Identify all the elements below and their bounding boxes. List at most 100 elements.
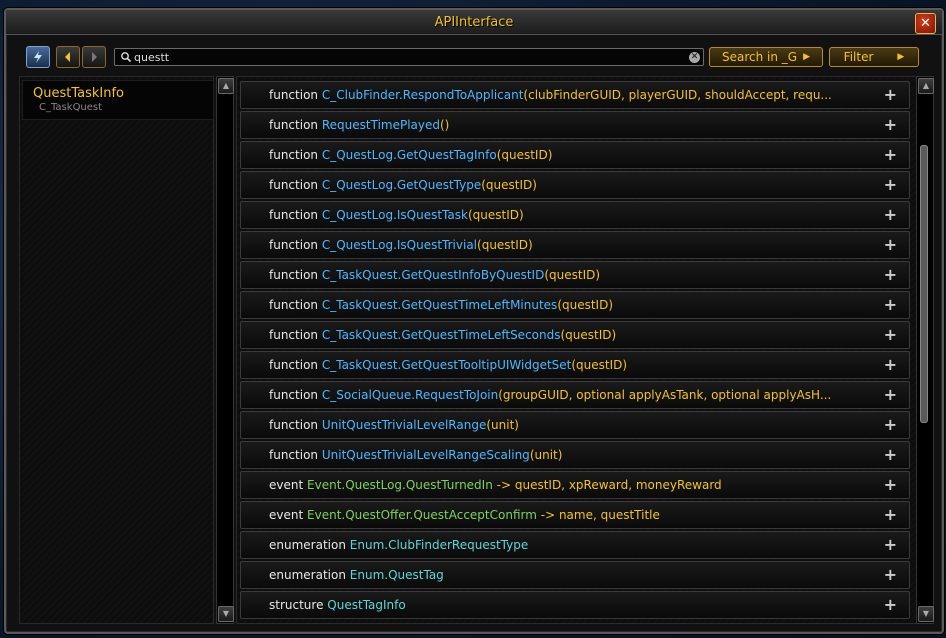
result-args: (questID) [496,148,553,162]
result-row[interactable]: function C_QuestLog.IsQuestTask(questID)… [240,201,910,229]
result-name: C_QuestLog.GetQuestType [321,178,482,192]
result-row[interactable]: function C_TaskQuest.GetQuestTimeLeftSec… [240,321,910,349]
result-name: C_TaskQuest.GetQuestTimeLeftMinutes [321,298,558,312]
result-kind: function [269,208,319,222]
result-text: enumeration Enum.ClubFinderRequestType [269,532,869,558]
plus-icon[interactable]: + [884,442,897,468]
scroll-down-icon[interactable]: ▼ [218,606,234,622]
result-row[interactable]: function C_QuestLog.GetQuestTagInfo(ques… [240,141,910,169]
plus-icon[interactable]: + [884,292,897,318]
plus-icon[interactable]: + [884,232,897,258]
plus-icon[interactable]: + [884,472,897,498]
result-name: C_ClubFinder.RespondToApplicant [321,88,524,102]
plus-icon[interactable]: + [884,502,897,528]
result-args: -> name, questTitle [536,508,660,522]
left-panel-item[interactable]: QuestTaskInfo C_TaskQuest [22,80,214,120]
plus-icon[interactable]: + [884,172,897,198]
result-row[interactable]: function C_TaskQuest.GetQuestTooltipUIWi… [240,351,910,379]
close-button[interactable]: ✕ [915,13,936,34]
result-text: event Event.QuestOffer.QuestAcceptConfir… [269,502,869,528]
plus-icon[interactable]: + [884,352,897,378]
plus-icon[interactable]: + [884,322,897,348]
plus-icon[interactable]: + [884,112,897,138]
back-button[interactable] [56,46,80,68]
result-text: function C_ClubFinder.RespondToApplicant… [269,82,869,108]
result-text: enumeration Enum.QuestTag [269,562,869,588]
result-row[interactable]: enumeration Enum.QuestTag + [240,561,910,589]
result-row[interactable]: enumeration Enum.ClubFinderRequestType + [240,531,910,559]
result-name: Enum.ClubFinderRequestType [349,538,529,552]
result-row[interactable]: function UnitQuestTrivialLevelRange(unit… [240,411,910,439]
result-kind: function [269,298,319,312]
scroll-up-icon[interactable]: ▲ [218,78,234,94]
plus-icon[interactable]: + [884,202,897,228]
result-kind: function [269,418,319,432]
search-in-label: Search in _G [721,50,798,64]
scroll-up-icon[interactable]: ▲ [918,78,934,94]
result-name: C_TaskQuest.GetQuestInfoByQuestID [321,268,545,282]
result-name: C_SocialQueue.RequestToJoin [321,388,499,402]
refresh-button[interactable] [26,46,50,68]
result-kind: function [269,388,319,402]
result-text: function C_TaskQuest.GetQuestTimeLeftMin… [269,292,869,318]
result-row[interactable]: function C_TaskQuest.GetQuestInfoByQuest… [240,261,910,289]
result-row[interactable]: function C_ClubFinder.RespondToApplicant… [240,81,910,109]
result-row[interactable]: function C_SocialQueue.RequestToJoin(gro… [240,381,910,409]
result-kind: function [269,358,319,372]
search-input[interactable] [132,50,689,64]
result-text: function C_TaskQuest.GetQuestInfoByQuest… [269,262,869,288]
filter-button[interactable]: Filter ▶ [829,47,919,67]
result-args: (questID) [481,178,537,192]
plus-icon[interactable]: + [884,262,897,288]
window-title: APIInterface [434,14,514,30]
arrow-left-icon [65,52,70,62]
result-row[interactable]: function C_QuestLog.GetQuestType(questID… [240,171,910,199]
scroll-thumb[interactable] [920,145,928,423]
clear-icon[interactable]: ✕ [689,51,700,63]
result-row[interactable]: function UnitQuestTrivialLevelRangeScali… [240,441,910,469]
plus-icon[interactable]: + [884,532,897,558]
plus-icon[interactable]: + [884,592,897,618]
result-name: UnitQuestTrivialLevelRange [321,418,487,432]
result-args: (unit) [529,448,563,462]
result-text: structure QuestTagInfo [269,592,869,618]
result-text: function C_QuestLog.IsQuestTask(questID) [269,202,869,228]
result-name: UnitQuestTrivialLevelRangeScaling [321,448,530,462]
plus-icon[interactable]: + [884,142,897,168]
result-args: (questID) [571,358,628,372]
title-bar[interactable]: APIInterface ✕ [6,10,942,35]
forward-button[interactable] [82,46,106,68]
result-args: (unit) [486,418,519,432]
result-args: (groupGUID, optional applyAsTank, option… [498,388,832,402]
scroll-down-icon[interactable]: ▼ [918,606,934,622]
result-args: (questID) [557,298,614,312]
plus-icon[interactable]: + [884,382,897,408]
result-row[interactable]: event Event.QuestLog.QuestTurnedIn -> qu… [240,471,910,499]
result-name: Event.QuestOffer.QuestAcceptConfirm [307,508,537,522]
plus-icon[interactable]: + [884,82,897,108]
result-args: (questID) [467,208,524,222]
results-scrollbar[interactable]: ▲ ▼ [916,76,934,624]
result-kind: enumeration [269,538,346,552]
left-panel: QuestTaskInfo C_TaskQuest [19,76,214,624]
left-scrollbar[interactable]: ▲ ▼ [216,76,234,624]
results-list: function C_ClubFinder.RespondToApplicant… [236,76,918,624]
result-name: C_QuestLog.IsQuestTrivial [321,238,478,252]
result-text: function C_TaskQuest.GetQuestTooltipUIWi… [269,352,869,378]
result-kind: event [269,508,304,522]
result-kind: function [269,268,319,282]
result-row[interactable]: function C_TaskQuest.GetQuestTimeLeftMin… [240,291,910,319]
result-row[interactable]: event Event.QuestOffer.QuestAcceptConfir… [240,501,910,529]
result-row[interactable]: structure QuestTagInfo + [240,591,910,619]
plus-icon[interactable]: + [884,562,897,588]
result-name: C_TaskQuest.GetQuestTooltipUIWidgetSet [321,358,572,372]
chevron-right-icon: ▶ [897,52,905,62]
result-row[interactable]: function C_QuestLog.IsQuestTrivial(quest… [240,231,910,259]
result-args: (questID) [544,268,601,282]
search-in-g-button[interactable]: Search in _G ▶ [709,47,823,67]
result-name: C_TaskQuest.GetQuestTimeLeftSeconds [321,328,561,342]
plus-icon[interactable]: + [884,412,897,438]
search-box: ✕ [114,48,704,66]
result-row[interactable]: function RequestTimePlayed() + [240,111,910,139]
result-args: (questID) [477,238,533,252]
